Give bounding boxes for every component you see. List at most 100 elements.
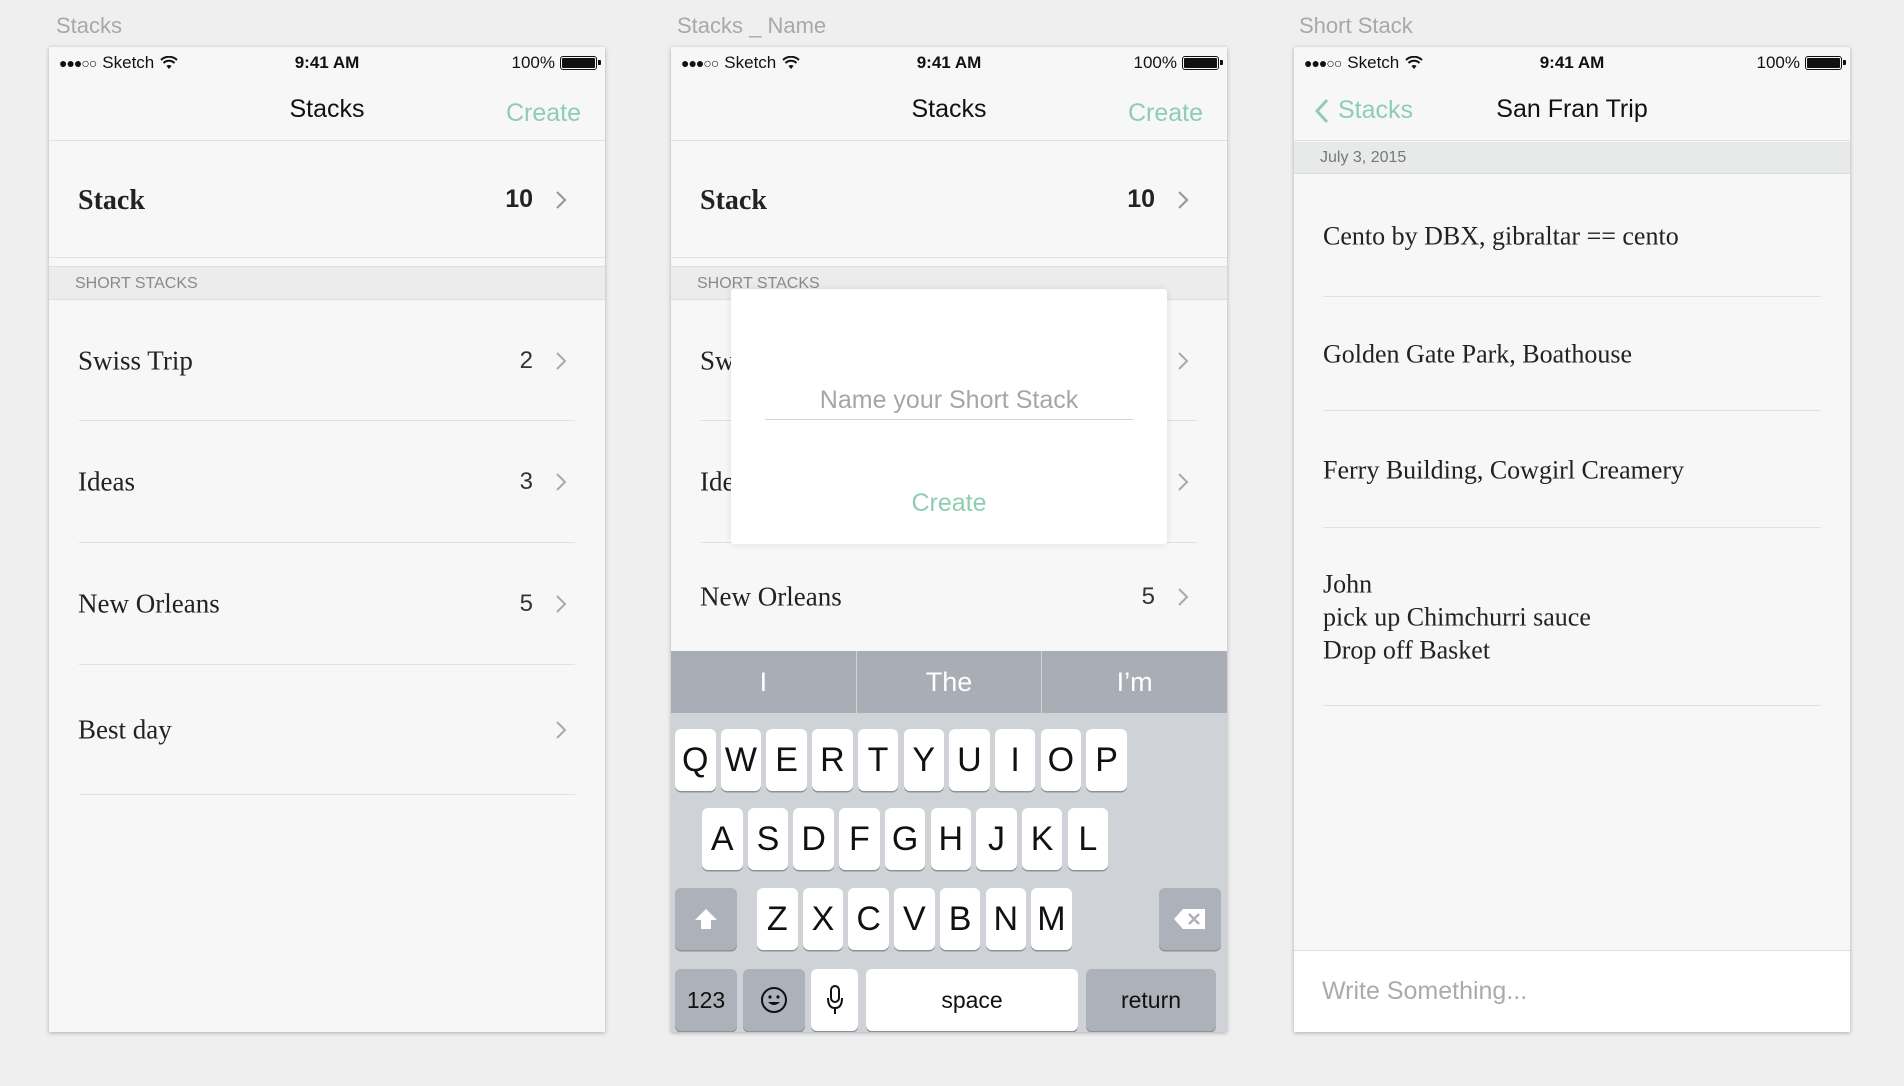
key-u[interactable]: U (949, 729, 990, 791)
chevron-right-icon (554, 189, 568, 211)
phone-stacks: ●●●○○ Sketch 9:41 AM 100% Stacks Create … (49, 47, 605, 1032)
date-header: July 3, 2015 (1294, 142, 1850, 174)
list-item-count: 3 (519, 468, 533, 495)
key-b[interactable]: B (939, 888, 981, 950)
battery-percent: 100% (1756, 53, 1800, 72)
list-item-new-orleans[interactable]: New Orleans 5 (671, 543, 1227, 651)
note-item[interactable]: Cento by DBX, gibraltar == cento (1294, 175, 1850, 297)
write-something-input[interactable] (1322, 971, 1802, 1011)
key-e[interactable]: E (766, 729, 807, 791)
chevron-right-icon (554, 471, 568, 493)
numbers-key[interactable]: 123 (675, 969, 737, 1031)
key-j[interactable]: J (976, 808, 1017, 870)
main-stack-name: Stack (78, 185, 145, 216)
page-title: San Fran Trip (1496, 95, 1648, 123)
key-d[interactable]: D (793, 808, 834, 870)
note-text: Golden Gate Park, Boathouse (1323, 339, 1633, 369)
suggestion-bar: I The I’m (671, 651, 1227, 713)
key-a[interactable]: A (702, 808, 743, 870)
list-item-name: New Orleans (78, 588, 220, 619)
key-x[interactable]: X (802, 888, 844, 950)
key-t[interactable]: T (857, 729, 899, 791)
suggestion-item[interactable]: I’m (1042, 651, 1227, 713)
keyboard: I The I’m 123 space return QWERTYUIOPASD… (671, 651, 1227, 1032)
emoji-key[interactable] (743, 969, 805, 1031)
battery-percent: 100% (1133, 53, 1177, 72)
date-label: July 3, 2015 (1320, 149, 1407, 166)
key-o[interactable]: O (1040, 729, 1082, 791)
note-text: Ferry Building, Cowgirl Creamery (1323, 455, 1685, 484)
key-l[interactable]: L (1067, 808, 1109, 870)
chevron-right-icon (554, 719, 568, 741)
list-item-best-day[interactable]: Best day (49, 665, 605, 795)
main-stack-row[interactable]: Stack 10 (49, 142, 605, 258)
chevron-right-icon (554, 593, 568, 615)
artboard-label-stacks: Stacks (56, 13, 123, 38)
list-item-count: 2 (519, 346, 533, 374)
key-n[interactable]: N (985, 888, 1026, 950)
battery-percent: 100% (511, 53, 555, 72)
dictation-key[interactable] (811, 969, 858, 1031)
suggestion-item[interactable]: I (671, 651, 857, 713)
key-q[interactable]: Q (675, 729, 716, 791)
list-item-new-orleans[interactable]: New Orleans 5 (49, 543, 605, 665)
key-p[interactable]: P (1086, 729, 1127, 791)
status-bar: ●●●○○ Sketch 9:41 AM 100% (671, 47, 1227, 79)
list-item-ideas[interactable]: Ideas 3 (49, 421, 605, 543)
dialog-create-button[interactable]: Create (731, 489, 1167, 518)
key-y[interactable]: Y (903, 729, 944, 791)
key-s[interactable]: S (747, 808, 789, 870)
list-item-name: Sw (700, 345, 735, 375)
note-text: Cento by DBX, gibraltar == cento (1323, 221, 1679, 251)
chevron-right-icon (1176, 350, 1190, 372)
key-h[interactable]: H (930, 808, 971, 870)
list-item-name: Ideas (78, 466, 135, 497)
status-bar: ●●●○○ Sketch 9:41 AM 100% (49, 47, 605, 79)
list-item-name: Ide (700, 466, 735, 497)
note-composer (1294, 950, 1850, 1032)
microphone-icon (826, 985, 843, 1014)
main-stack-count: 10 (1127, 185, 1155, 213)
main-stack-name: Stack (700, 185, 767, 216)
artboard-label-short-stack: Short Stack (1299, 13, 1413, 38)
create-button[interactable]: Create (1128, 99, 1203, 128)
status-bar: ●●●○○ Sketch 9:41 AM 100% (1294, 47, 1850, 79)
suggestion-item[interactable]: The (857, 651, 1043, 713)
list-item-count: 5 (1141, 583, 1155, 610)
note-item[interactable]: Golden Gate Park, Boathouse (1294, 297, 1850, 411)
battery-icon (560, 56, 601, 70)
name-short-stack-dialog: Create (731, 289, 1167, 544)
list-item-name: Best day (78, 714, 172, 745)
list-item-swiss-trip[interactable]: Swiss Trip 2 (49, 300, 605, 421)
key-k[interactable]: K (1021, 808, 1063, 870)
key-i[interactable]: I (994, 729, 1036, 791)
list-item-count: 5 (519, 590, 533, 617)
navigation-bar: Stacks Create (49, 79, 605, 141)
key-r[interactable]: R (812, 729, 853, 791)
key-f[interactable]: F (839, 808, 880, 870)
key-g[interactable]: G (884, 808, 926, 870)
main-stack-row[interactable]: Stack 10 (671, 142, 1227, 258)
shift-key[interactable] (675, 888, 737, 950)
short-stack-name-input[interactable] (765, 382, 1133, 420)
key-v[interactable]: V (894, 888, 935, 950)
main-stack-count: 10 (505, 185, 533, 213)
backspace-icon (1174, 909, 1205, 929)
navigation-bar: Stacks Create (671, 79, 1227, 141)
delete-key[interactable] (1159, 888, 1221, 950)
list-item-name: Swiss Trip (78, 345, 193, 375)
list-item-name: New Orleans (700, 581, 842, 612)
note-item[interactable]: Ferry Building, Cowgirl Creamery (1294, 411, 1850, 528)
key-w[interactable]: W (720, 729, 762, 791)
key-m[interactable]: M (1031, 888, 1072, 950)
navigation-bar: Stacks San Fran Trip (1294, 79, 1850, 141)
chevron-right-icon (1176, 189, 1190, 211)
note-item[interactable]: John pick up Chimchurri sauce Drop off B… (1294, 528, 1850, 706)
return-key[interactable]: return (1086, 969, 1216, 1031)
key-z[interactable]: Z (757, 888, 798, 950)
create-button[interactable]: Create (506, 99, 581, 128)
battery-icon (1805, 56, 1846, 70)
key-c[interactable]: C (848, 888, 889, 950)
emoji-icon (761, 987, 787, 1013)
space-key[interactable]: space (866, 969, 1078, 1031)
